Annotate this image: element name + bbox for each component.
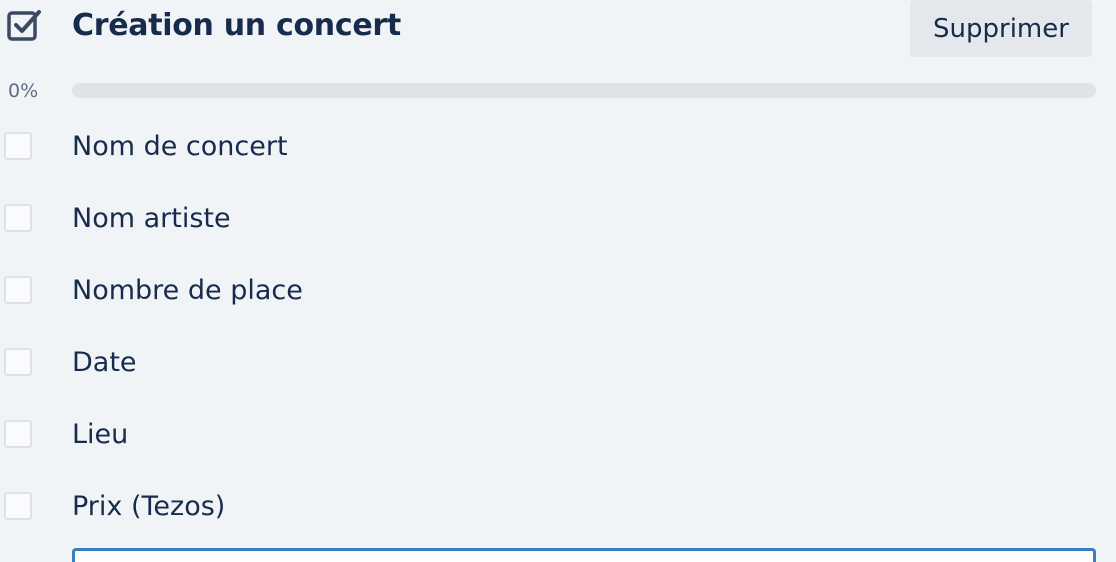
item-checkbox[interactable] [4, 348, 32, 376]
progress-row: 0% [0, 76, 1116, 104]
add-item-input[interactable] [72, 548, 1096, 562]
item-checkbox[interactable] [4, 276, 32, 304]
checklist-item[interactable]: Nom de concert [0, 126, 1116, 198]
checklist-title: Création un concert [72, 8, 401, 43]
item-label[interactable]: Nombre de place [72, 273, 303, 309]
item-label[interactable]: Nom de concert [72, 129, 288, 165]
checklist-item[interactable]: Nombre de place [0, 270, 1116, 342]
checklist-icon [6, 8, 42, 44]
item-label[interactable]: Prix (Tezos) [72, 489, 225, 525]
checklist-item[interactable]: Date [0, 342, 1116, 414]
item-label[interactable]: Nom artiste [72, 201, 231, 237]
item-checkbox[interactable] [4, 420, 32, 448]
item-checkbox[interactable] [4, 204, 32, 232]
checklist: Création un concert Supprimer 0% Nom de … [0, 0, 1116, 562]
progress-percent: 0% [8, 80, 39, 102]
delete-checklist-button[interactable]: Supprimer [910, 0, 1092, 57]
item-label[interactable]: Date [72, 345, 137, 381]
progress-bar [72, 83, 1096, 98]
item-label[interactable]: Lieu [72, 417, 128, 453]
checklist-items: Nom de concert Nom artiste Nombre de pla… [0, 126, 1116, 558]
checklist-header: Création un concert Supprimer [0, 0, 1116, 57]
checklist-item[interactable]: Nom artiste [0, 198, 1116, 270]
item-checkbox[interactable] [4, 492, 32, 520]
item-checkbox[interactable] [4, 132, 32, 160]
checklist-item[interactable]: Lieu [0, 414, 1116, 486]
